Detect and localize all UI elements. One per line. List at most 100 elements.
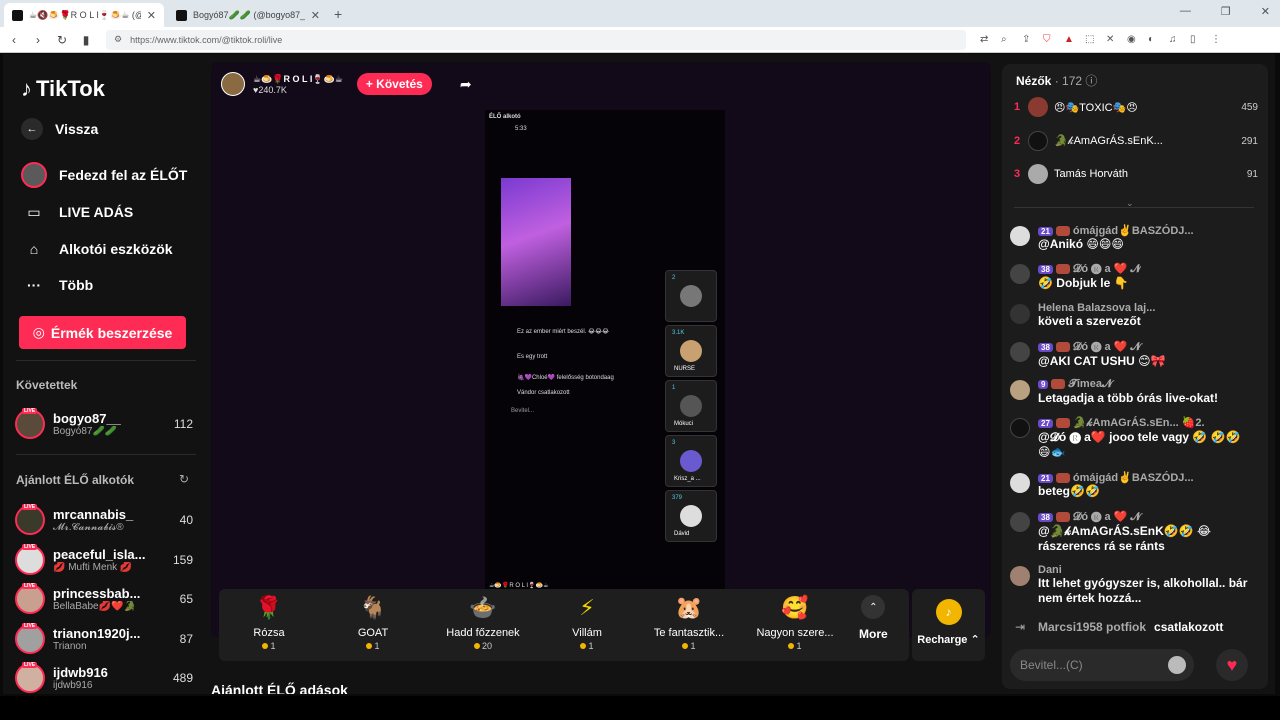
viewers-label: Nézők	[1016, 74, 1052, 88]
gift-item[interactable]: ⚡ Villám 1	[537, 595, 637, 651]
host-avatar[interactable]	[221, 72, 245, 96]
recommended-creator[interactable]: LIVE mrcannabis_ 𝓜𝓻.𝓒𝓪𝓷𝓷𝓪𝓫𝓲𝓼® 40	[15, 502, 193, 538]
close-tab-icon[interactable]: ✕	[311, 9, 320, 22]
viewer-count: 159	[172, 553, 193, 567]
maximize-icon[interactable]: ❐	[1221, 5, 1231, 18]
chat-message[interactable]: 21 ómájgád✌️BASZÓDJ... beteg🤣🤣	[1010, 471, 1250, 499]
avatar	[1028, 97, 1048, 117]
heart-icon[interactable]: ♥	[1216, 649, 1248, 681]
extension-icon[interactable]: ⬚	[1085, 34, 1096, 45]
more-label: More	[859, 627, 888, 641]
browser-tab-active[interactable]: ☕🔇🍮🌹R O L I🍷🍮☕ (@tik... ✕	[4, 3, 164, 27]
share-icon[interactable]: ⇪	[1022, 34, 1033, 45]
chat-message[interactable]: 38 𝓓ó 🅡 a ❤️ 𝓝 @🐊𝓀AmAGrÁS.sEnK🤣🤣 😂 rászer…	[1010, 510, 1250, 554]
bookmark-icon[interactable]: ▮	[76, 33, 96, 47]
guest-avatar	[680, 285, 702, 307]
follow-button[interactable]: + Követés	[356, 73, 432, 95]
extension-icon[interactable]: ◐	[1148, 34, 1159, 45]
get-coins-label: Érmék beszerzése	[50, 324, 173, 341]
joined-user[interactable]: Marcsi1958 potfiok	[1038, 620, 1146, 634]
gift-item[interactable]: 🥰 Nagyon szere... 1	[745, 595, 845, 651]
recommended-creator[interactable]: LIVE peaceful_isla... 💋 Mufti Menk 💋 159	[15, 542, 193, 578]
recommended-creator[interactable]: LIVE ijdwb916 ijdwb916 489	[15, 660, 193, 694]
guest-avatar	[680, 395, 702, 417]
back-button[interactable]: ← Vissza	[21, 118, 98, 140]
url-field[interactable]: ⚙ https://www.tiktok.com/@tiktok.roli/li…	[106, 29, 966, 50]
guest-tile[interactable]: 3.1K NURSE	[665, 325, 717, 377]
creator-subtitle: ijdwb916	[53, 680, 93, 691]
minimize-icon[interactable]: —	[1180, 5, 1191, 18]
coin-icon	[682, 643, 689, 649]
guest-tile[interactable]: 2	[665, 270, 717, 322]
forward-arrow-icon[interactable]: ›	[28, 33, 48, 47]
ranking-row[interactable]: 2 🐊𝓀AmAGrÁS.sEnK... 291	[1014, 128, 1258, 154]
chat-message[interactable]: 38 𝓓ó 🅡 a ❤️ 𝓝 🤣 Dobjuk le 👇	[1010, 262, 1250, 291]
guest-count: 3.1K	[672, 330, 685, 336]
translate-icon[interactable]: ⇄	[980, 34, 991, 45]
extension-icon[interactable]: ✕	[1106, 34, 1117, 45]
sidebar-icon[interactable]: ▯	[1190, 34, 1201, 45]
guest-tile[interactable]: 1 Mókuci	[665, 380, 717, 432]
creator-subtitle: Bogyó87🥒🥒	[53, 426, 118, 437]
left-sidebar: ♪ TikTok ← Vissza Fedezd fel az ÉLŐT ▭ L…	[3, 54, 208, 694]
avatar	[1010, 418, 1030, 438]
alert-icon[interactable]: ▲	[1064, 34, 1075, 45]
help-icon[interactable]: ⓘ	[1085, 74, 1097, 88]
chat-message[interactable]: Helena Balazsova laj... követi a szervez…	[1010, 302, 1250, 329]
ranking-row[interactable]: 1 😠🎭TOXIC🎭😠 459	[1014, 94, 1258, 120]
menu-icon[interactable]: ⋮	[1211, 34, 1222, 45]
tiktok-logo[interactable]: ♪ TikTok	[21, 76, 105, 102]
sidebar-item-label: Több	[59, 277, 94, 293]
back-arrow-icon[interactable]: ‹	[4, 33, 24, 47]
message-author: 🐊𝓀AmAGrÁS.sEn... 🍓2.	[1072, 417, 1205, 429]
chat-message[interactable]: 21 ómájgád✌️BASZÓDJ... @Anikó 😄😄😄	[1010, 224, 1250, 252]
ranking-row[interactable]: 3 Tamás Horváth 91	[1014, 161, 1258, 187]
host-name[interactable]: ☕🍮🌹R O L I🍷🍮☕	[253, 74, 343, 85]
guest-tile[interactable]: 379 Dávid	[665, 490, 717, 542]
gift-item[interactable]: 🍲 Hadd főzzenek 20	[433, 595, 533, 651]
zoom-icon[interactable]: ⌕	[1001, 34, 1012, 45]
tiktok-favicon-icon	[12, 9, 23, 21]
creator-name: ijdwb916	[53, 665, 108, 680]
fan-badge-icon	[1055, 226, 1070, 237]
sidebar-item-explore-live[interactable]: Fedezd fel az ÉLŐT	[21, 162, 187, 188]
close-window-icon[interactable]: ✕	[1261, 5, 1270, 18]
refresh-icon[interactable]: ↻	[179, 472, 189, 486]
shield-icon[interactable]: ⛉	[1043, 34, 1054, 45]
message-author: Helena Balazsova laj...	[1038, 302, 1156, 314]
get-coins-button[interactable]: ◎ Érmék beszerzése	[19, 316, 186, 349]
coin-icon	[366, 643, 373, 649]
guest-tile[interactable]: 3 Krisz_a ...	[665, 435, 717, 487]
gift-item[interactable]: 🐹 Te fantasztik... 1	[639, 595, 739, 651]
recommended-creator[interactable]: LIVE princessbab... BellaBabe💋❤️🐊 65	[15, 581, 193, 617]
share-arrow-icon[interactable]: ➦	[460, 76, 472, 93]
chat-message[interactable]: Dani Itt lehet gyógyszer is, alkohollal.…	[1010, 564, 1250, 606]
new-tab-icon[interactable]: +	[334, 6, 342, 22]
emoji-icon[interactable]	[1168, 656, 1186, 674]
live-video[interactable]: ÉLŐ alkotó 5:33 Ez az ember miért beszél…	[485, 110, 725, 590]
host-likes: ♥240.7K	[253, 84, 287, 95]
chat-message[interactable]: 38 𝓓ó 🅡 a ❤️ 𝓝 @AKI CAT USHU 😊🎀	[1010, 340, 1250, 369]
extension-icon[interactable]: ◉	[1127, 34, 1138, 45]
sidebar-item-live[interactable]: ▭ LIVE ADÁS	[21, 199, 133, 225]
sidebar-item-creator-tools[interactable]: ⌂ Alkotói eszközök	[21, 236, 173, 262]
close-tab-icon[interactable]: ✕	[147, 9, 156, 22]
site-info-icon[interactable]: ⚙	[114, 34, 122, 45]
music-icon[interactable]: ♫	[1169, 34, 1180, 45]
following-creator[interactable]: LIVE bogyo87__ Bogyó87🥒🥒 112	[15, 406, 193, 442]
reload-icon[interactable]: ↻	[52, 33, 72, 47]
gift-item[interactable]: 🌹 Rózsa 1	[219, 595, 319, 651]
guest-avatar	[680, 505, 702, 527]
chat-message[interactable]: 9 𝓣ímea𝓝 Letagadja a több órás live-okat!	[1010, 378, 1250, 406]
more-gifts-button[interactable]: ⌃ More	[859, 595, 888, 641]
level-badge: 27	[1038, 419, 1053, 428]
rank-number: 2	[1014, 135, 1021, 147]
sidebar-item-more[interactable]: ··· Több	[21, 272, 93, 298]
recommended-creator[interactable]: LIVE trianon1920j... Trianon 87	[15, 621, 193, 657]
browser-tab[interactable]: Bogyó87🥒🥒 (@bogyo87_) ÉLŐ a... ✕	[168, 3, 328, 27]
chat-input[interactable]: Bevitel...(C)	[1010, 649, 1194, 681]
gift-item[interactable]: 🐐 GOAT 1	[323, 595, 423, 651]
chat-message[interactable]: 27 🐊𝓀AmAGrÁS.sEn... 🍓2. @𝓓ó 🅡 a❤️ jooo te…	[1010, 416, 1250, 460]
guest-avatar	[680, 340, 702, 362]
recharge-button[interactable]: ♪ Recharge ⌃	[912, 589, 985, 661]
